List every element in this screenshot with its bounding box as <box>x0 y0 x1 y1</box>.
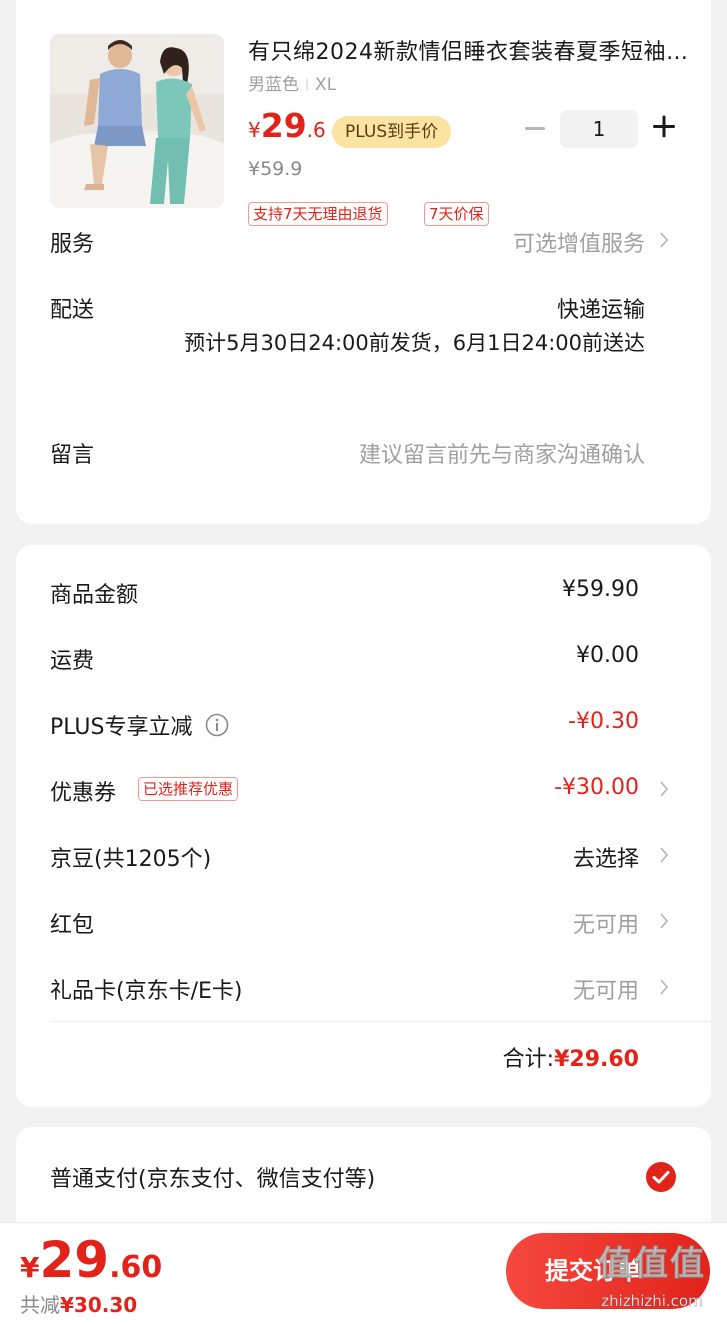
total-label: 合计: <box>502 1047 555 1072</box>
delivery-method[interactable]: 快递运输 <box>557 292 645 324</box>
check-circle-icon[interactable] <box>645 1161 677 1193</box>
shipping-label: 运费 <box>50 649 95 674</box>
plus-discount-label: PLUS专享立减 <box>50 709 229 741</box>
payable-integer: 29 <box>39 1231 110 1289</box>
coupon-label: 优惠券 <box>50 781 117 806</box>
return-policy-badge: 支持7天无理由退货 <box>248 202 388 226</box>
quantity-decrease-button[interactable] <box>522 110 548 146</box>
product-title[interactable]: 有只绵2024新款情侣睡衣套装春夏季短袖冰丝 <box>248 34 688 66</box>
site-watermark: 值值值 zhizhizhi.com <box>584 1236 720 1322</box>
payable-decimal: .60 <box>109 1250 163 1285</box>
spec-size: XL <box>315 75 337 95</box>
product-photo-icon <box>50 34 224 208</box>
payable-currency: ¥ <box>20 1251 40 1284</box>
payment-method-label[interactable]: 普通支付(京东支付、微信支付等) <box>50 1161 375 1193</box>
minus-icon <box>525 127 545 130</box>
order-total: 合计:¥29.60 <box>503 1041 639 1073</box>
goods-amount-value: ¥59.90 <box>562 577 639 602</box>
watermark-logo-text: 值值值 <box>598 1244 706 1285</box>
info-icon[interactable] <box>205 713 229 737</box>
plus-icon <box>653 115 675 138</box>
plus-discount-text: PLUS专享立减 <box>50 715 193 740</box>
spec-color: 男蓝色 <box>248 75 299 95</box>
coupon-recommended-tag: 已选推荐优惠 <box>138 777 239 801</box>
price-integer: 29 <box>260 106 307 145</box>
order-summary-card: 商品金额 ¥59.90 运费 ¥0.00 PLUS专享立减 -¥0.30 优惠券… <box>16 545 711 1107</box>
gift-card-label: 礼品卡(京东卡/E卡) <box>50 979 243 1004</box>
product-image[interactable] <box>50 34 224 208</box>
product-price: ¥29.6 <box>248 106 326 145</box>
price-currency: ¥ <box>248 118 261 142</box>
chevron-right-icon[interactable] <box>657 843 671 867</box>
saved-label: 共减 <box>20 1293 60 1317</box>
chevron-right-icon[interactable] <box>657 975 671 999</box>
plus-price-tag: PLUS到手价 <box>332 116 452 148</box>
payable-amount: ¥29.60 <box>20 1231 162 1289</box>
quantity-input[interactable]: 1 <box>560 110 638 148</box>
price-decimal: .6 <box>306 118 326 142</box>
service-label: 服务 <box>50 232 95 257</box>
red-packet-label: 红包 <box>50 913 95 938</box>
goods-amount-label: 商品金额 <box>50 583 139 608</box>
chevron-right-icon[interactable] <box>657 909 671 933</box>
watermark-url: zhizhizhi.com <box>601 1292 703 1310</box>
jd-beans-value[interactable]: 去选择 <box>573 841 639 873</box>
red-packet-value[interactable]: 无可用 <box>573 907 639 939</box>
price-protect-badge: 7天价保 <box>424 202 489 226</box>
total-value: ¥29.60 <box>554 1047 639 1072</box>
total-saved: 共减¥30.30 <box>20 1289 137 1318</box>
shipping-value: ¥0.00 <box>576 643 639 668</box>
saved-value: ¥30.30 <box>60 1293 138 1317</box>
delivery-estimate: 预计5月30日24:00前发货，6月1日24:00前送达 <box>184 331 645 355</box>
delivery-label: 配送 <box>50 298 95 323</box>
divider <box>50 1021 711 1022</box>
message-input[interactable]: 建议留言前先与商家沟通确认 <box>359 437 645 469</box>
message-label: 留言 <box>50 443 95 468</box>
product-card: 有只绵2024新款情侣睡衣套装春夏季短袖冰丝 男蓝色 | XL ¥29.6 PLUS… <box>16 0 711 524</box>
product-spec[interactable]: 男蓝色 | XL <box>248 70 336 95</box>
spec-separator: | <box>305 77 310 91</box>
plus-discount-value: -¥0.30 <box>568 709 639 734</box>
gift-card-value[interactable]: 无可用 <box>573 973 639 1005</box>
chevron-right-icon[interactable] <box>657 228 671 252</box>
chevron-right-icon[interactable] <box>657 777 671 801</box>
jd-beans-label: 京豆(共1205个) <box>50 847 212 872</box>
coupon-value[interactable]: -¥30.00 <box>554 775 639 800</box>
service-value[interactable]: 可选增值服务 <box>513 226 645 258</box>
original-price: ¥59.9 <box>248 158 303 180</box>
quantity-increase-button[interactable] <box>650 108 678 146</box>
